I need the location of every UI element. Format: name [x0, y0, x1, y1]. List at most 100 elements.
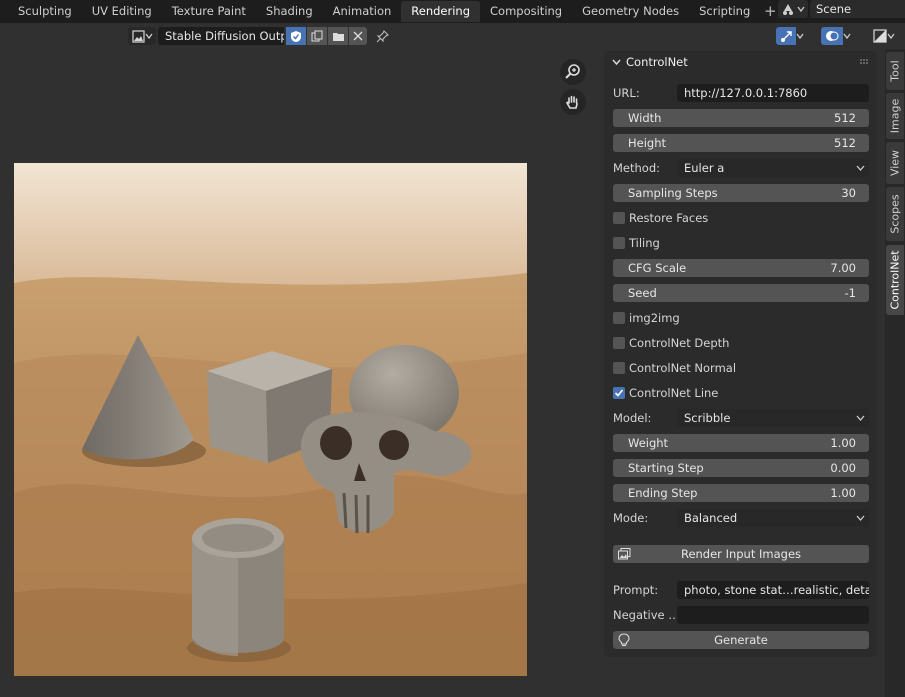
height-row: Height 512	[613, 134, 869, 152]
weight-field[interactable]: Weight 1.00	[613, 434, 869, 452]
seed-value: -1	[844, 286, 856, 300]
overlay-icon-wrap	[821, 27, 843, 45]
cfg-scale-field[interactable]: CFG Scale 7.00	[613, 259, 869, 277]
chevron-down-icon	[856, 415, 865, 421]
tab-tool-label: Tool	[888, 60, 902, 82]
steps-row: Sampling Steps 30	[613, 184, 869, 202]
cn-normal-checkbox[interactable]	[613, 362, 625, 374]
tab-animation[interactable]: Animation	[323, 1, 402, 22]
drag-handle-icon[interactable]	[860, 59, 870, 65]
controlnet-panel: ControlNet URL: http://127.0.0.1:7860 Wi…	[604, 51, 877, 657]
cfg-row: CFG Scale 7.00	[613, 259, 869, 277]
restore-faces-checkbox[interactable]	[613, 212, 625, 224]
chevron-down-icon	[887, 33, 895, 40]
lightbulb-icon	[618, 633, 630, 647]
new-image-button[interactable]	[307, 27, 327, 45]
overlay-icon	[826, 31, 839, 41]
tab-scopes[interactable]: Scopes	[886, 187, 904, 241]
unlink-image-button[interactable]	[349, 27, 367, 45]
model-value: Scribble	[684, 411, 731, 425]
tab-scopes-label: Scopes	[888, 194, 902, 234]
tiling-row[interactable]: Tiling	[613, 234, 869, 252]
negative-prompt-label: Negative …	[613, 608, 680, 622]
img2img-label: img2img	[629, 311, 680, 325]
tab-tool[interactable]: Tool	[886, 52, 904, 90]
model-dropdown[interactable]: Scribble	[677, 409, 869, 427]
tab-rendering[interactable]: Rendering	[401, 1, 481, 22]
pin-icon	[376, 29, 389, 42]
cn-depth-checkbox[interactable]	[613, 337, 625, 349]
scene-name-field[interactable]: Scene	[810, 0, 905, 18]
tab-compositing[interactable]: Compositing	[480, 1, 572, 22]
mode-label: Mode:	[613, 511, 649, 525]
height-value: 512	[834, 136, 856, 150]
tab-texture-paint[interactable]: Texture Paint	[162, 1, 256, 22]
scene-selector-button[interactable]	[778, 0, 808, 18]
cn-line-checkbox[interactable]	[613, 387, 625, 399]
pan-button[interactable]	[560, 89, 586, 115]
restore-faces-row[interactable]: Restore Faces	[613, 209, 869, 227]
steps-label: Sampling Steps	[628, 186, 718, 200]
cn-line-row[interactable]: ControlNet Line	[613, 384, 869, 402]
sidebar-tab-strip: Tool Image View Scopes ControlNet	[885, 49, 905, 697]
prompt-label: Prompt:	[613, 583, 659, 597]
ending-step-field[interactable]: Ending Step 1.00	[613, 484, 869, 502]
generate-button[interactable]: Generate	[613, 631, 869, 649]
img2img-row[interactable]: img2img	[613, 309, 869, 327]
tab-scripting[interactable]: Scripting	[689, 1, 760, 22]
render-input-images-button[interactable]: Render Input Images	[613, 545, 869, 563]
cn-line-label: ControlNet Line	[629, 386, 719, 400]
display-channels-button[interactable]	[868, 27, 900, 45]
tiling-checkbox[interactable]	[613, 237, 625, 249]
prompt-input[interactable]: photo, stone stat…realistic, detailed	[677, 581, 869, 599]
weight-label: Weight	[628, 436, 669, 450]
model-row: Model: Scribble	[613, 409, 869, 427]
panel-header[interactable]: ControlNet	[604, 51, 877, 73]
method-dropdown[interactable]: Euler a	[677, 159, 869, 177]
mode-dropdown[interactable]: Balanced	[677, 509, 869, 527]
height-field[interactable]: Height 512	[613, 134, 869, 152]
img2img-checkbox[interactable]	[613, 312, 625, 324]
url-input[interactable]: http://127.0.0.1:7860	[677, 84, 869, 102]
starting-step-field[interactable]: Starting Step 0.00	[613, 459, 869, 477]
ending-step-value: 1.00	[830, 486, 856, 500]
tab-sculpting[interactable]: Sculpting	[8, 1, 82, 22]
height-label: Height	[628, 136, 667, 150]
seed-row: Seed -1	[613, 284, 869, 302]
pin-button[interactable]	[372, 27, 392, 45]
cn-depth-row[interactable]: ControlNet Depth	[613, 334, 869, 352]
weight-value: 1.00	[830, 436, 856, 450]
open-image-button[interactable]	[328, 27, 348, 45]
negative-prompt-row: Negative …	[613, 606, 869, 624]
tab-controlnet-label: ControlNet	[888, 250, 902, 310]
sampling-steps-field[interactable]: Sampling Steps 30	[613, 184, 869, 202]
fake-user-button[interactable]	[286, 27, 306, 45]
negative-prompt-input[interactable]	[677, 606, 869, 624]
mode-row: Mode: Balanced	[613, 509, 869, 527]
seed-field[interactable]: Seed -1	[613, 284, 869, 302]
image-type-button[interactable]	[128, 27, 156, 45]
restore-faces-label: Restore Faces	[629, 211, 709, 225]
tab-uv-editing[interactable]: UV Editing	[82, 1, 162, 22]
tab-geometry-nodes[interactable]: Geometry Nodes	[572, 1, 689, 22]
tab-view[interactable]: View	[886, 142, 904, 184]
overlay-toggle[interactable]	[816, 27, 856, 45]
tab-shading[interactable]: Shading	[256, 1, 323, 22]
seed-label: Seed	[628, 286, 657, 300]
chevron-down-icon	[856, 165, 865, 171]
width-field[interactable]: Width 512	[613, 109, 869, 127]
checkmark-icon	[614, 389, 624, 397]
starting-step-row: Starting Step 0.00	[613, 459, 869, 477]
image-editor-header: Stable Diffusion Output	[0, 23, 905, 49]
image-name-field[interactable]: Stable Diffusion Output	[158, 27, 284, 45]
steps-value: 30	[841, 186, 856, 200]
gizmo-toggle[interactable]	[772, 27, 808, 45]
prompt-row: Prompt: photo, stone stat…realistic, det…	[613, 581, 869, 599]
zoom-button[interactable]	[560, 59, 586, 85]
cn-depth-label: ControlNet Depth	[629, 336, 730, 350]
cn-normal-row[interactable]: ControlNet Normal	[613, 359, 869, 377]
model-label: Model:	[613, 411, 652, 425]
close-icon	[353, 31, 363, 41]
tab-image[interactable]: Image	[886, 93, 904, 139]
tab-controlnet[interactable]: ControlNet	[886, 245, 904, 315]
